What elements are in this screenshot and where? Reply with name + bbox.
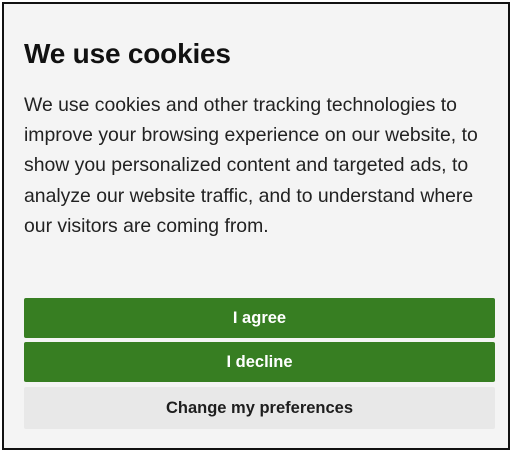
cookie-consent-dialog: We use cookies We use cookies and other … <box>2 2 510 450</box>
dialog-title: We use cookies <box>24 38 231 69</box>
decline-button[interactable]: I decline <box>24 342 495 382</box>
change-preferences-button[interactable]: Change my preferences <box>24 387 495 429</box>
agree-button[interactable]: I agree <box>24 298 495 338</box>
dialog-description: We use cookies and other tracking techno… <box>24 94 478 237</box>
